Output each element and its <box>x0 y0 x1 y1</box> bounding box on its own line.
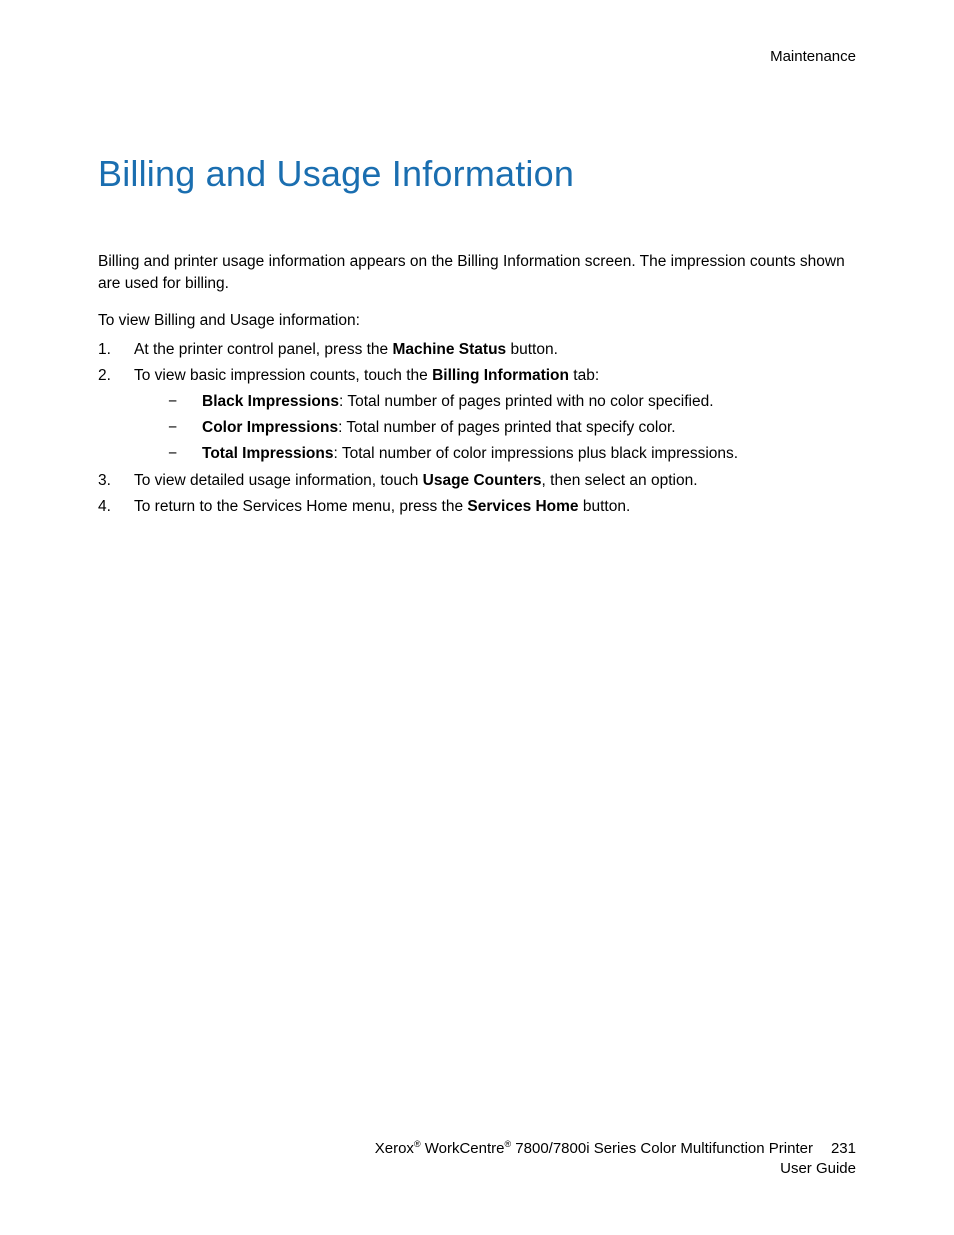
footer-model: 7800/7800i Series Color Multifunction Pr… <box>511 1140 813 1157</box>
footer-line-1: Xerox® WorkCentre® 7800/7800i Series Col… <box>375 1138 856 1159</box>
registered-icon: ® <box>414 1139 421 1149</box>
step-text: , then select an option. <box>542 472 698 489</box>
intro-paragraph: Billing and printer usage information ap… <box>98 251 856 296</box>
step-text: To view basic impression counts, touch t… <box>134 367 432 384</box>
sub-text: : Total number of pages printed that spe… <box>338 419 675 436</box>
step-3: To view detailed usage information, touc… <box>98 469 856 493</box>
step-text: To return to the Services Home menu, pre… <box>134 498 467 515</box>
step-bold: Machine Status <box>392 341 506 358</box>
step-text: button. <box>506 341 558 358</box>
step-text: To view detailed usage information, touc… <box>134 472 423 489</box>
sub-list: Black Impressions: Total number of pages… <box>134 390 856 466</box>
footer-brand: WorkCentre <box>421 1140 505 1157</box>
footer-brand: Xerox <box>375 1140 414 1157</box>
steps-list: At the printer control panel, press the … <box>98 338 856 518</box>
step-text: tab: <box>569 367 599 384</box>
sub-item: Total Impressions: Total number of color… <box>134 442 856 467</box>
lead-sentence: To view Billing and Usage information: <box>98 310 856 332</box>
sub-text: : Total number of pages printed with no … <box>339 393 714 410</box>
header-section-label: Maintenance <box>98 48 856 65</box>
step-4: To return to the Services Home menu, pre… <box>98 495 856 519</box>
sub-bold: Total Impressions <box>202 445 334 462</box>
page-title: Billing and Usage Information <box>98 153 856 195</box>
sub-text: : Total number of color impressions plus… <box>334 445 739 462</box>
step-text: button. <box>579 498 631 515</box>
step-bold: Billing Information <box>432 367 569 384</box>
sub-bold: Color Impressions <box>202 419 338 436</box>
step-bold: Usage Counters <box>423 472 542 489</box>
page-footer: Xerox® WorkCentre® 7800/7800i Series Col… <box>375 1138 856 1180</box>
footer-line-2: User Guide <box>375 1159 856 1179</box>
sub-bold: Black Impressions <box>202 393 339 410</box>
sub-item: Color Impressions: Total number of pages… <box>134 416 856 441</box>
step-1: At the printer control panel, press the … <box>98 338 856 362</box>
sub-item: Black Impressions: Total number of pages… <box>134 390 856 415</box>
step-bold: Services Home <box>467 498 578 515</box>
step-2: To view basic impression counts, touch t… <box>98 364 856 466</box>
step-text: At the printer control panel, press the <box>134 341 392 358</box>
document-page: Maintenance Billing and Usage Informatio… <box>0 0 954 1235</box>
page-number: 231 <box>831 1139 856 1159</box>
